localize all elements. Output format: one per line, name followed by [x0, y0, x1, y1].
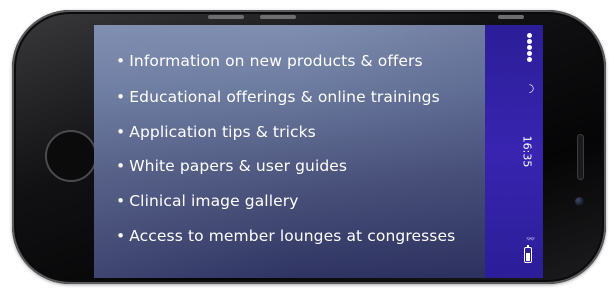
- wifi-icon: ◠: [523, 83, 537, 94]
- feature-text: Access to member lounges at congresses: [129, 227, 456, 245]
- signal-dots-icon: [527, 33, 533, 63]
- feature-item: • Information on new products & offers: [116, 52, 423, 70]
- feature-item: • White papers & user guides: [116, 157, 347, 175]
- bullet-icon: •: [116, 123, 126, 141]
- feature-item: • Educational offerings & online training…: [116, 88, 440, 106]
- bluetooth-icon: ᛒ: [524, 236, 535, 242]
- feature-item: • Application tips & tricks: [116, 123, 316, 141]
- power-button: [498, 15, 524, 19]
- bullet-icon: •: [116, 227, 126, 245]
- bullet-icon: •: [116, 192, 126, 210]
- earpiece-speaker: [577, 134, 584, 180]
- feature-text: Application tips & tricks: [129, 123, 316, 141]
- status-bar: ◠ 16:35 ᛒ: [485, 25, 543, 278]
- front-camera-icon: [575, 197, 584, 206]
- feature-text: Clinical image gallery: [129, 192, 299, 210]
- bullet-icon: •: [116, 88, 126, 106]
- volume-down-button: [260, 15, 296, 19]
- volume-up-button: [208, 15, 244, 19]
- feature-text: White papers & user guides: [129, 157, 348, 175]
- feature-text: Information on new products & offers: [129, 52, 423, 70]
- feature-item: • Access to member lounges at congresses: [116, 227, 455, 245]
- status-time: 16:35: [520, 135, 534, 168]
- feature-list: • Information on new products & offers • E…: [94, 25, 485, 278]
- feature-text: Educational offerings & online trainings: [129, 88, 440, 106]
- battery-icon: [524, 245, 532, 263]
- home-button[interactable]: [45, 130, 97, 182]
- bullet-icon: •: [116, 52, 126, 70]
- feature-item: • Clinical image gallery: [116, 192, 299, 210]
- phone-screen: • Information on new products & offers • E…: [94, 25, 543, 278]
- bullet-icon: •: [116, 157, 126, 175]
